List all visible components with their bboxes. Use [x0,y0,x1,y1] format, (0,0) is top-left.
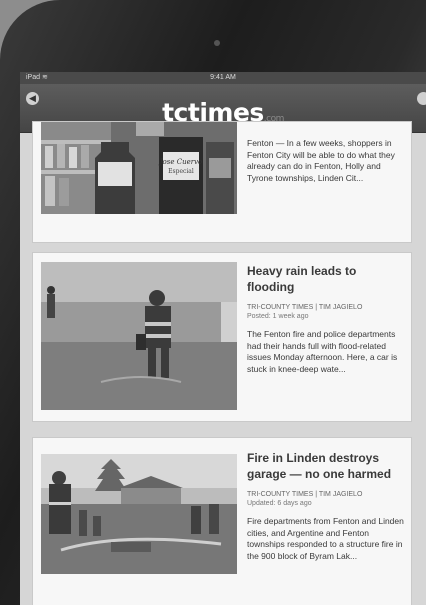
article-thumbnail[interactable] [41,454,237,574]
article-feed[interactable]: Jose Cuervo Especial Fenton — In a few w… [20,121,426,605]
flood-photo [41,262,237,410]
fire-scene-photo [41,454,237,574]
bottle-label-subtext: Especial [168,168,194,175]
liquor-shelf-image: Jose Cuervo Especial [41,122,237,214]
article-byline: TRI-COUNTY TIMES | TIM JAGIELO [247,491,363,498]
article-summary: Fire departments from Fenton and Linden … [247,516,404,561]
status-bar: iPad ≋ 9:41 AM [20,72,426,84]
article-thumbnail[interactable] [41,262,237,410]
article-thumbnail[interactable]: Jose Cuervo Especial [41,122,237,214]
article-timestamp: Posted: 1 week ago [247,313,309,320]
article-card[interactable]: Fire in Linden destroys garage — no one … [32,437,412,605]
article-timestamp: Updated: 6 days ago [247,500,312,507]
article-card[interactable]: Jose Cuervo Especial Fenton — In a few w… [32,121,412,243]
bottle-label-text: Jose Cuervo [158,158,203,166]
article-byline: TRI-COUNTY TIMES | TIM JAGIELO [247,304,363,311]
camera-icon [214,40,220,46]
article-card[interactable]: Heavy rain leads to flooding TRI-COUNTY … [32,252,412,422]
article-summary: Fenton — In a few weeks, shoppers in Fen… [247,138,395,183]
clock: 9:41 AM [210,74,236,81]
article-summary: The Fenton fire and police departments h… [247,329,398,374]
article-headline[interactable]: Fire in Linden destroys garage — no one … [247,450,407,482]
article-headline[interactable]: Heavy rain leads to flooding [247,263,407,295]
app-screen: iPad ≋ 9:41 AM ◀ tctimes.com Jose Cuervo… [20,72,426,605]
menu-button[interactable] [417,92,426,105]
article-text: Fenton — In a few weeks, shoppers in Fen… [247,138,407,193]
article-text: Heavy rain leads to flooding TRI-COUNTY … [247,263,407,384]
article-text: Fire in Linden destroys garage — no one … [247,450,407,571]
